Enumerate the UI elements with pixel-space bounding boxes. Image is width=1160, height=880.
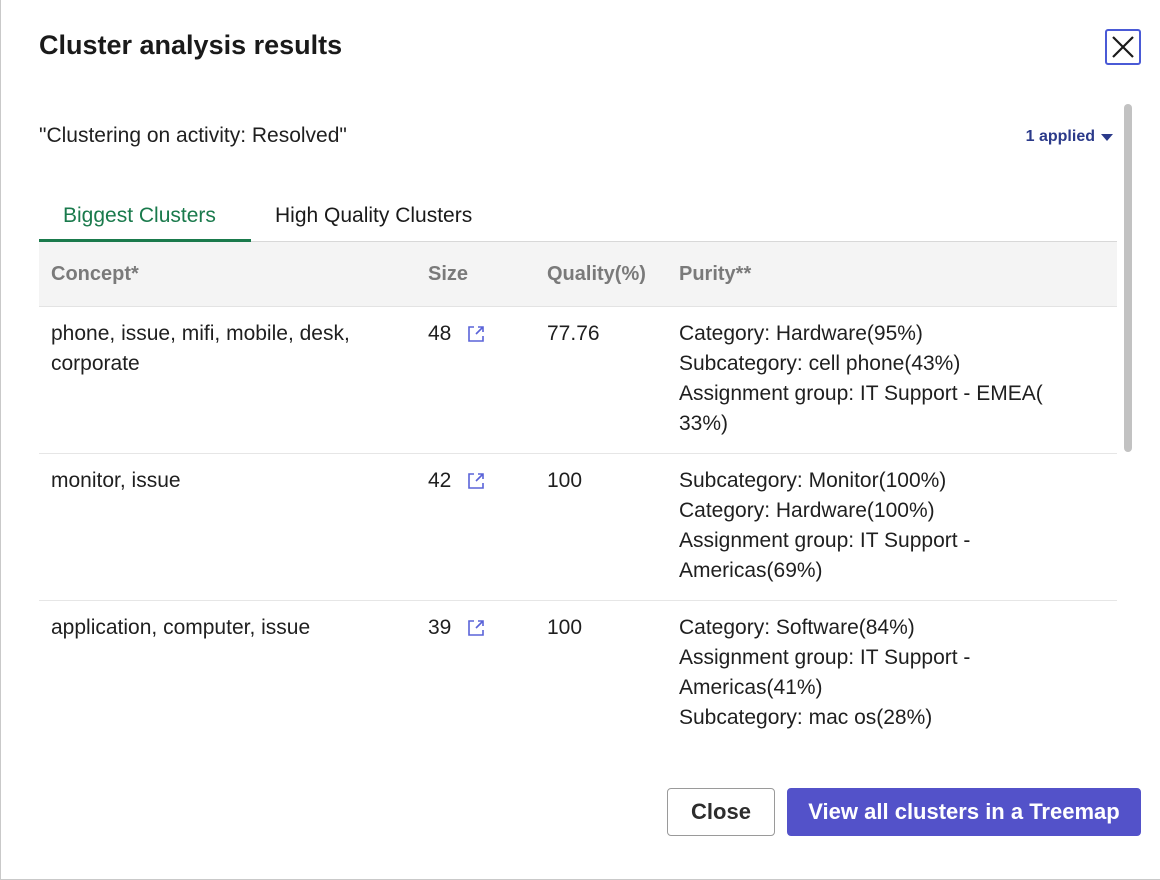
purity-line: Assignment group: IT Support - [679,646,971,669]
concept-cell: monitor, issue [51,466,396,496]
quality-cell: 100 [547,469,583,492]
table-row: application, computer, issue 39 100 Cate… [39,601,1117,732]
size-cell: 42 [428,466,538,496]
purity-line: Assignment group: IT Support - [679,529,971,552]
purity-line: Assignment group: IT Support - EMEA( [679,382,1043,405]
size-value: 42 [428,469,452,492]
size-value: 39 [428,616,452,639]
concept-text: corporate [51,352,140,375]
purity-line: Americas(41%) [679,676,823,699]
content-scrollbar[interactable] [1119,100,1137,732]
concept-text: application, computer, issue [51,616,311,639]
cluster-analysis-dialog: Cluster analysis results "Clustering on … [0,0,1160,880]
purity-line: Subcategory: Monitor(100%) [679,469,947,492]
table-header: Concept* Size Quality(%) Purity** [39,242,1117,307]
purity-cell: Category: Software(84%) Assignment group… [679,613,1099,732]
close-button[interactable]: Close [667,788,775,836]
external-link-icon[interactable] [465,323,487,345]
dialog-title: Cluster analysis results [39,30,343,60]
purity-line: Subcategory: mac os(28%) [679,706,933,729]
dialog-content: "Clustering on activity: Resolved" 1 app… [39,100,1117,732]
table-row: phone, issue, mifi, mobile, desk, corpor… [39,307,1117,454]
purity-cell: Category: Hardware(95%) Subcategory: cel… [679,319,1099,439]
purity-cell: Subcategory: Monitor(100%) Category: Har… [679,466,1099,586]
size-value: 48 [428,322,452,345]
header-purity[interactable]: Purity** [679,263,751,286]
concept-text: monitor, issue [51,469,181,492]
purity-line: Category: Hardware(95%) [679,322,923,345]
quality-cell: 77.76 [547,322,600,345]
applied-filters-label: 1 applied [1025,128,1095,145]
concept-cell: phone, issue, mifi, mobile, desk, corpor… [51,319,396,379]
purity-line: 33%) [679,412,729,435]
purity-line: Category: Software(84%) [679,616,915,639]
header-concept[interactable]: Concept* [51,263,139,286]
cluster-tabs: Biggest Clusters High Quality Clusters [39,196,1117,242]
tab-high-quality-clusters[interactable]: High Quality Clusters [275,196,515,242]
purity-line: Americas(69%) [679,559,823,582]
header-size[interactable]: Size [428,263,468,286]
purity-line: Category: Hardware(100%) [679,499,935,522]
filter-description: "Clustering on activity: Resolved" [39,124,347,147]
table-row: monitor, issue 42 100 Subcategory: Monit… [39,454,1117,601]
quality-cell: 100 [547,616,583,639]
close-x-icon [1112,36,1134,58]
view-treemap-button[interactable]: View all clusters in a Treemap [787,788,1141,836]
concept-cell: application, computer, issue [51,613,396,643]
external-link-icon[interactable] [465,617,487,639]
external-link-icon[interactable] [465,470,487,492]
clusters-table: Concept* Size Quality(%) Purity** phone,… [39,242,1117,732]
purity-line: Subcategory: cell phone(43%) [679,352,961,375]
tab-biggest-clusters[interactable]: Biggest Clusters [39,196,251,242]
applied-filters-dropdown[interactable]: 1 applied [1026,128,1113,146]
size-cell: 48 [428,319,538,349]
close-dialog-button[interactable] [1105,29,1141,65]
caret-down-icon [1101,133,1113,141]
header-quality[interactable]: Quality(%) [547,263,646,286]
scrollbar-thumb[interactable] [1124,104,1132,452]
size-cell: 39 [428,613,538,643]
concept-text: phone, issue, mifi, mobile, desk, [51,322,350,345]
